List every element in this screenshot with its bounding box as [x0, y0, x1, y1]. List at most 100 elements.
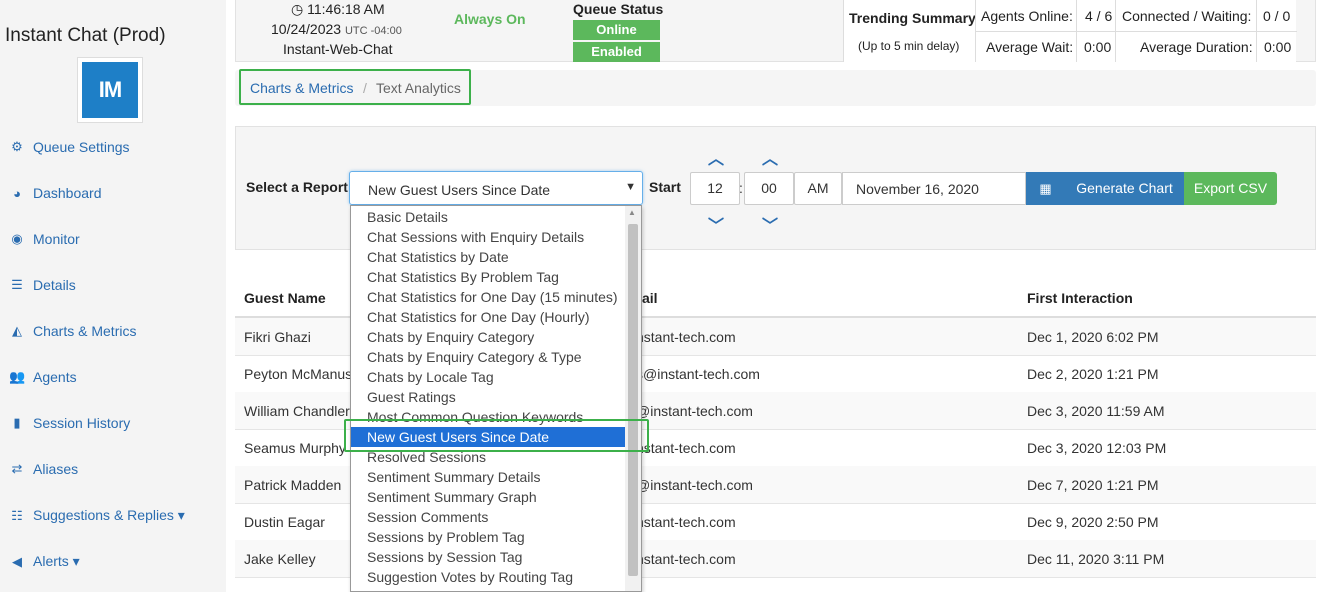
col-email[interactable]: ail [642, 290, 658, 306]
gear-icon: ⚙ [11, 139, 23, 154]
cell-first-interaction: Dec 1, 2020 6:02 PM [1027, 329, 1159, 345]
col-first-interaction[interactable]: First Interaction [1027, 290, 1133, 306]
dropdown-option[interactable]: Chat Statistics by Date [351, 247, 626, 267]
sidebar-item-4[interactable]: ◭ Charts & Metrics [9, 323, 136, 339]
dropdown-option[interactable]: Chats by Enquiry Category & Type [351, 347, 626, 367]
cell-first-interaction: Dec 7, 2020 1:21 PM [1027, 477, 1159, 493]
scroll-thumb[interactable] [628, 224, 638, 576]
hour-input[interactable]: 12 [690, 172, 740, 205]
report-options-list[interactable]: Basic Details Chat Sessions with Enquiry … [350, 205, 642, 592]
sidebar-item-5[interactable]: 👥 Agents [9, 369, 77, 385]
average-wait-label: Average Wait: [986, 39, 1074, 55]
scroll-up-icon[interactable]: ▲ [628, 208, 636, 217]
clock-date: 10/24/2023 UTC -04:00 [271, 21, 402, 37]
sidebar-item-label: Aliases [33, 461, 79, 477]
minute-up-icon[interactable]: ︿ [762, 145, 778, 169]
sidebar-item-label: Agents [33, 369, 77, 385]
average-wait-value: 0:00 [1084, 39, 1112, 55]
dropdown-option[interactable]: Suggestion Votes by Routing Tag [351, 567, 626, 587]
generate-chart-button[interactable]: Generate Chart [1065, 172, 1184, 205]
trending-note: (Up to 5 min delay) [858, 39, 960, 53]
minute-down-icon[interactable]: ﹀ [762, 212, 778, 236]
dropdown-option[interactable]: Chat Statistics for One Day (15 minutes) [351, 287, 626, 307]
time-colon: : [739, 180, 743, 196]
cell-guest-name: Dustin Eagar [244, 514, 325, 530]
cell-first-interaction: Dec 2, 2020 1:21 PM [1027, 366, 1159, 382]
agents-online-value: 4 / 6 [1085, 8, 1113, 24]
list-icon: ☰ [11, 277, 23, 292]
sidebar-item-8[interactable]: ☷ Suggestions & Replies ▾ [9, 507, 185, 524]
cell-first-interaction: Dec 11, 2020 3:11 PM [1027, 551, 1165, 567]
cell-guest-name: Jake Kelley [244, 551, 316, 567]
dropdown-option[interactable]: Chat Sessions with Enquiry Details [351, 227, 626, 247]
sidebar-item-9[interactable]: ◀ Alerts ▾ [9, 553, 80, 570]
sidebar-item-3[interactable]: ☰ Details [9, 277, 76, 293]
sidebar-item-0[interactable]: ⚙ Queue Settings [9, 139, 130, 155]
sidebar-item-label: Monitor [33, 231, 80, 247]
sidebar-item-2[interactable]: ◉ Monitor [9, 231, 80, 247]
selected-option-highlight-box [344, 419, 649, 452]
cell-email: s@instant-tech.com [636, 366, 760, 382]
cell-email: nstant-tech.com [636, 514, 736, 530]
chevron-down-icon: ▼ [625, 181, 636, 193]
dropdown-option[interactable]: Chats by Locale Tag [351, 367, 626, 387]
cell-email: @instant-tech.com [636, 403, 753, 419]
cell-guest-name: William Chandler [244, 403, 350, 419]
bullhorn-icon: ◀ [12, 553, 22, 569]
sidebar-item-6[interactable]: ▮ Session History [9, 415, 130, 431]
connected-waiting-value: 0 / 0 [1263, 8, 1291, 24]
users-icon: 👥 [9, 369, 26, 384]
sidebar-item-label: Charts & Metrics [33, 323, 137, 339]
cell-guest-name: Seamus Murphy [244, 440, 346, 456]
cell-email: nstant-tech.com [636, 551, 736, 567]
cell-email: nstant-tech.com [636, 329, 736, 345]
logo-text: IM [82, 62, 138, 118]
connected-waiting-label: Connected / Waiting: [1122, 8, 1252, 24]
cell-guest-name: Fikri Ghazi [244, 329, 311, 345]
dropdown-option[interactable]: Sessions by Session Tag [351, 547, 626, 567]
hour-up-icon[interactable]: ︿ [708, 145, 724, 169]
sidebar-item-label: Queue Settings [33, 139, 130, 155]
sidebar-item-7[interactable]: ⇄ Aliases [9, 461, 79, 477]
cell-email: nstant-tech.com [636, 440, 736, 456]
date-value: 10/24/2023 [271, 21, 342, 37]
list-ol-icon: ☷ [11, 507, 23, 523]
sidebar-item-1[interactable]: ◕ Dashboard [9, 185, 101, 201]
sidebar: Instant Chat (Prod) IM ⚙ Queue Settings ◕ D… [0, 0, 226, 592]
clock-time: ◷ 11:46:18 AM [291, 1, 385, 17]
calendar-icon[interactable]: ▦ [1026, 172, 1065, 205]
export-csv-button[interactable]: Export CSV [1184, 172, 1277, 205]
dropdown-option[interactable]: Thread Co... [351, 587, 626, 591]
dropdown-option[interactable]: Chats by Enquiry Category [351, 327, 626, 347]
cell-first-interaction: Dec 3, 2020 11:59 AM [1027, 403, 1165, 419]
cell-first-interaction: Dec 3, 2020 12:03 PM [1027, 440, 1167, 456]
always-on-status: Always On [454, 11, 526, 27]
dropdown-option[interactable]: Session Comments [351, 507, 626, 527]
dropdown-option[interactable]: Basic Details [351, 207, 626, 227]
average-duration-value: 0:00 [1264, 39, 1292, 55]
dropdown-option[interactable]: Sentiment Summary Graph [351, 487, 626, 507]
sidebar-item-label: Session History [33, 415, 131, 431]
start-date-input[interactable]: November 16, 2020 [842, 172, 1026, 205]
dropdown-option[interactable]: Chat Statistics By Problem Tag [351, 267, 626, 287]
ampm-toggle[interactable]: AM [794, 172, 842, 205]
dropdown-option[interactable]: Chat Statistics for One Day (Hourly) [351, 307, 626, 327]
dropdown-option[interactable]: Sentiment Summary Details [351, 467, 626, 487]
breadcrumb-highlight-box [239, 69, 471, 105]
dropdown-option[interactable]: Guest Ratings [351, 387, 626, 407]
dropdown-option[interactable]: Sessions by Problem Tag [351, 527, 626, 547]
trending-title: Trending Summary [849, 10, 976, 26]
trending-summary-panel: Trending Summary (Up to 5 min delay) Age… [843, 0, 1297, 62]
hour-down-icon[interactable]: ﹀ [708, 212, 724, 236]
minute-input[interactable]: 00 [744, 172, 794, 205]
select-report-label: Select a Report [246, 179, 348, 195]
report-select[interactable]: New Guest Users Since Date ▼ [349, 171, 643, 205]
col-guest-name[interactable]: Guest Name [244, 290, 326, 306]
sidebar-item-label: Suggestions & Replies ▾ [33, 507, 185, 523]
cell-guest-name: Peyton McManus [244, 366, 353, 382]
queue-status-title: Queue Status [573, 1, 664, 17]
dropdown-scrollbar[interactable]: ▲ [625, 206, 641, 591]
sidebar-item-label: Details [33, 277, 76, 293]
online-badge: Online [573, 20, 660, 40]
channel-name: Instant-Web-Chat [283, 41, 393, 57]
